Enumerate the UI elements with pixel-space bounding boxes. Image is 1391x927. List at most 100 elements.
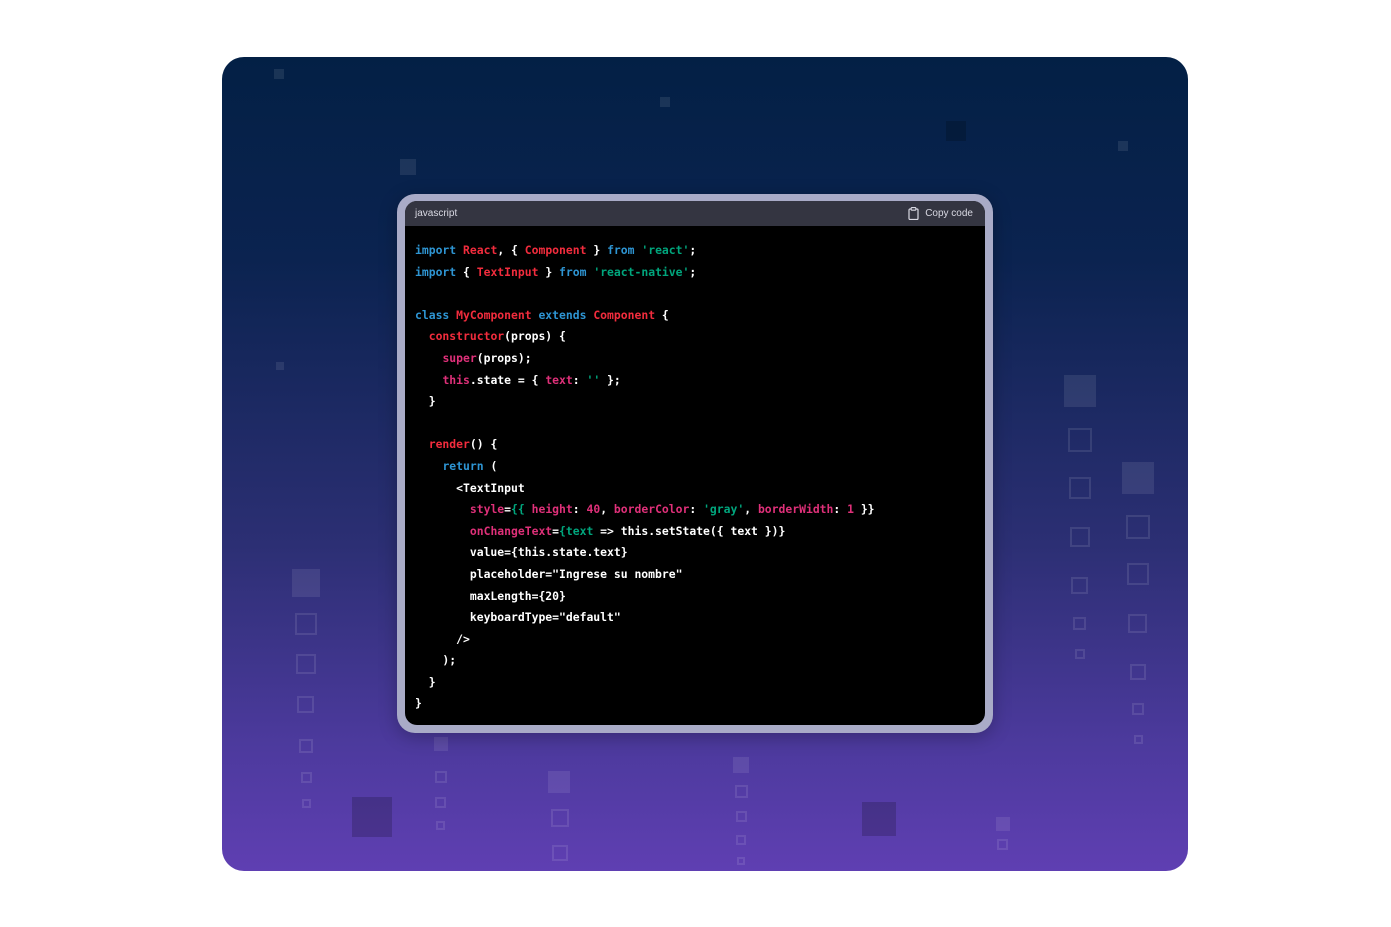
code-token: '' xyxy=(586,372,601,387)
code-token: = xyxy=(504,502,512,517)
code-token: 1 xyxy=(847,502,854,517)
decor-square xyxy=(862,802,896,836)
code-token: style xyxy=(469,502,505,517)
code-token: } xyxy=(586,243,608,257)
decor-square xyxy=(1126,515,1150,539)
code-token: () { xyxy=(469,437,498,452)
decor-square xyxy=(997,839,1008,850)
code-token: ( xyxy=(483,458,498,473)
decor-square xyxy=(735,785,748,798)
code-token: Component xyxy=(593,307,656,322)
decor-square xyxy=(295,613,317,635)
code-line: } xyxy=(415,391,975,413)
code-token: constructor xyxy=(428,329,505,344)
code-line: placeholder="Ingrese su nombre" xyxy=(415,564,975,586)
code-line: } xyxy=(415,693,975,715)
decor-square xyxy=(1073,617,1086,630)
code-line: onChangeText={text => this.setState({ te… xyxy=(415,521,975,543)
code-token: /> xyxy=(415,631,470,646)
code-token: import xyxy=(415,264,457,279)
code-token: from xyxy=(559,264,587,279)
decor-square xyxy=(276,362,284,370)
decor-square xyxy=(996,817,1010,831)
clipboard-icon xyxy=(908,207,919,221)
decor-square xyxy=(1130,664,1146,680)
code-line: value={this.state.text} xyxy=(415,542,975,564)
code-token: MyComponent xyxy=(456,307,532,322)
code-token: Component xyxy=(524,243,587,257)
decor-square xyxy=(274,69,284,79)
decor-square xyxy=(292,569,320,597)
decor-square xyxy=(297,696,314,713)
copy-code-button[interactable]: Copy code xyxy=(908,207,973,221)
decor-square xyxy=(660,97,670,107)
code-line: constructor(props) { xyxy=(415,326,975,348)
code-token: borderWidth xyxy=(757,502,834,517)
decor-square xyxy=(1070,527,1090,547)
code-token: {{ xyxy=(511,502,532,517)
code-token: { xyxy=(456,264,477,279)
decor-square xyxy=(1134,735,1143,744)
code-token: keyboardType="default" xyxy=(415,610,621,625)
code-line: import { TextInput } from 'react-native'… xyxy=(415,262,975,284)
code-token: (props); xyxy=(476,350,532,365)
code-token: text xyxy=(545,372,573,387)
code-token: = xyxy=(552,523,560,538)
decor-square xyxy=(436,821,445,830)
code-token: <TextInput xyxy=(415,480,525,495)
code-token: onChangeText xyxy=(469,523,553,538)
code-token: maxLength={20} xyxy=(415,588,566,603)
code-token: } xyxy=(415,674,436,689)
code-token: from xyxy=(607,243,635,257)
decor-square xyxy=(400,159,416,175)
code-token: : xyxy=(689,502,704,517)
decor-square xyxy=(946,121,966,141)
code-line: keyboardType="default" xyxy=(415,607,975,629)
decor-square xyxy=(435,797,446,808)
decor-square xyxy=(736,811,747,822)
code-token: super xyxy=(442,350,477,365)
code-line: super(props); xyxy=(415,348,975,370)
code-token: React xyxy=(463,243,498,257)
code-token: 'gray' xyxy=(703,502,745,517)
decor-square xyxy=(736,835,746,845)
copy-code-label: Copy code xyxy=(925,208,973,219)
code-token: borderColor xyxy=(613,502,690,517)
code-token: : xyxy=(572,372,587,387)
code-token: } xyxy=(415,394,436,409)
code-token: : xyxy=(572,502,587,517)
code-token: import xyxy=(415,243,457,257)
code-token: : xyxy=(833,502,848,517)
decor-square xyxy=(352,797,392,837)
decor-square xyxy=(1069,477,1091,499)
code-token: (props) { xyxy=(504,329,566,344)
code-token: placeholder="Ingrese su nombre" xyxy=(415,566,683,581)
decor-square xyxy=(435,771,447,783)
decor-square xyxy=(302,799,311,808)
code-token: render xyxy=(428,437,470,452)
code-line: ); xyxy=(415,650,975,672)
code-content: import React, { Component } from 'react'… xyxy=(405,226,985,725)
code-token: 40 xyxy=(586,502,601,517)
decor-square xyxy=(301,772,312,783)
code-token: , { xyxy=(497,243,525,257)
code-token: value={this.state.text} xyxy=(415,545,628,560)
code-token: , xyxy=(744,502,758,517)
code-token: }} xyxy=(853,502,875,517)
code-token: .state = { xyxy=(469,372,546,387)
code-line: /> xyxy=(415,629,975,651)
code-block: javascript Copy code import React, { Com… xyxy=(405,201,985,725)
code-token: height xyxy=(531,502,573,517)
code-token: ; xyxy=(689,264,697,279)
decor-square xyxy=(1128,614,1147,633)
decor-square xyxy=(1064,375,1096,407)
decor-square xyxy=(551,809,569,827)
language-label: javascript xyxy=(415,208,458,219)
